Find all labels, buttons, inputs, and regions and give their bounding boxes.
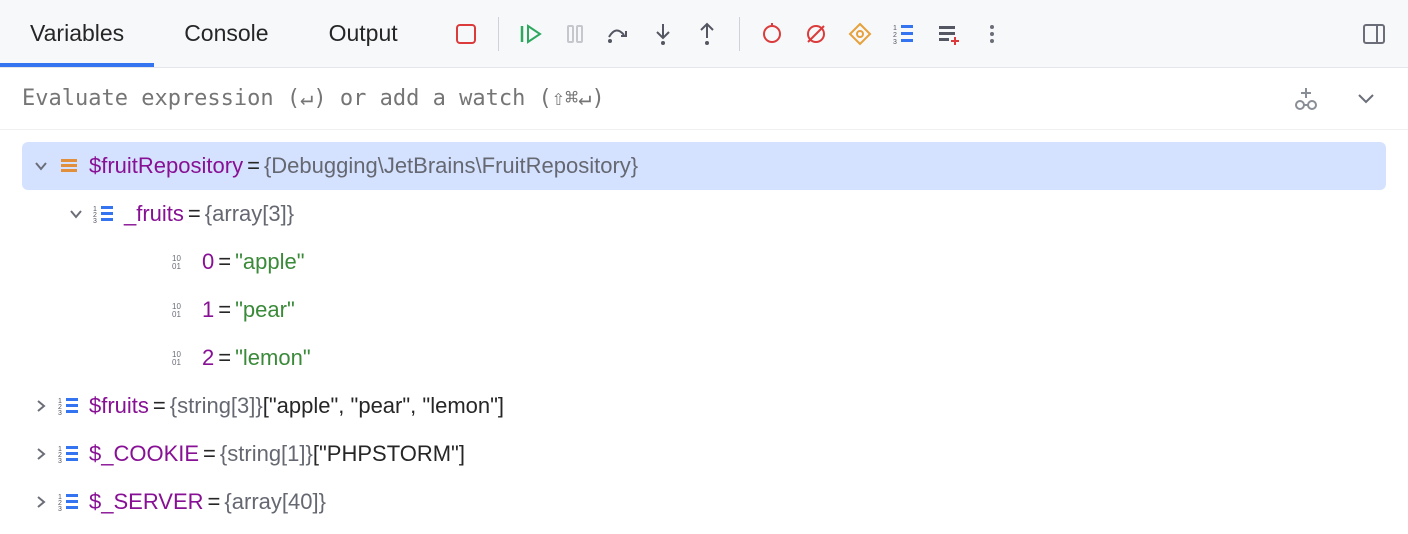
svg-text:01: 01 — [172, 358, 181, 366]
mute-breakpoints-button[interactable] — [796, 14, 836, 54]
variable-type: {array[40]} — [224, 489, 326, 515]
equals: = — [188, 201, 201, 227]
variable-value: "apple" — [235, 249, 304, 275]
variable-type: {string[1]} — [220, 441, 313, 467]
object-icon — [55, 156, 83, 176]
tree-row-fruit-repository[interactable]: $fruitRepository = {Debugging\JetBrains\… — [22, 142, 1386, 190]
chevron-right-icon[interactable] — [27, 495, 55, 509]
step-out-button[interactable] — [687, 14, 727, 54]
view-breakpoints-button[interactable] — [752, 14, 792, 54]
tree-row-fruits-var[interactable]: 123 $fruits = {string[3]} ["apple", "pea… — [0, 382, 1408, 430]
step-over-icon — [606, 23, 632, 45]
variable-name: $_COOKIE — [89, 441, 199, 467]
svg-text:3: 3 — [58, 506, 62, 512]
tab-output[interactable]: Output — [299, 0, 428, 67]
mute-breakpoint-icon — [805, 23, 827, 45]
step-out-icon — [696, 22, 718, 46]
layout-icon — [1362, 23, 1386, 45]
chevron-down-icon[interactable] — [27, 159, 55, 173]
variable-type: {Debugging\JetBrains\FruitRepository} — [264, 153, 638, 179]
filter-button[interactable] — [928, 14, 968, 54]
variable-summary: ["apple", "pear", "lemon"] — [263, 393, 504, 419]
list-numbered-icon: 123 — [893, 23, 915, 45]
toolbar-divider — [498, 17, 499, 51]
equals: = — [218, 297, 231, 323]
stop-button[interactable] — [446, 14, 486, 54]
tree-row-item[interactable]: 1001 2 = "lemon" — [0, 334, 1408, 382]
tree-row-item[interactable]: 1001 0 = "apple" — [0, 238, 1408, 286]
array-icon: 123 — [55, 492, 83, 512]
equals: = — [218, 249, 231, 275]
resume-button[interactable] — [511, 14, 551, 54]
variable-key: 2 — [202, 345, 214, 371]
variables-tree: $fruitRepository = {Debugging\JetBrains\… — [0, 130, 1408, 526]
variable-key: 0 — [202, 249, 214, 275]
sort-button[interactable]: 123 — [884, 14, 924, 54]
expand-eval-button[interactable] — [1346, 79, 1386, 119]
tree-row-fruits-field[interactable]: 123 _fruits = {array[3]} — [0, 190, 1408, 238]
tree-row-server[interactable]: 123 $_SERVER = {array[40]} — [0, 478, 1408, 526]
settings-button[interactable] — [840, 14, 880, 54]
array-icon: 123 — [55, 444, 83, 464]
step-into-icon — [652, 22, 674, 46]
svg-text:01: 01 — [172, 262, 181, 270]
equals: = — [208, 489, 221, 515]
stop-icon — [455, 23, 477, 45]
variable-name: $fruits — [89, 393, 149, 419]
tree-row-cookie[interactable]: 123 $_COOKIE = {string[1]} ["PHPSTORM"] — [0, 430, 1408, 478]
primitive-icon: 1001 — [168, 254, 196, 270]
step-into-button[interactable] — [643, 14, 683, 54]
svg-text:3: 3 — [58, 458, 62, 464]
variable-summary: ["PHPSTORM"] — [313, 441, 465, 467]
toolbar-divider — [739, 17, 740, 51]
equals: = — [247, 153, 260, 179]
equals: = — [218, 345, 231, 371]
variable-value: "lemon" — [235, 345, 311, 371]
variable-name: _fruits — [124, 201, 184, 227]
array-icon: 123 — [90, 204, 118, 224]
variable-type: {array[3]} — [205, 201, 294, 227]
svg-text:3: 3 — [58, 410, 62, 416]
variable-type: {string[3]} — [170, 393, 263, 419]
variable-key: 1 — [202, 297, 214, 323]
tab-variables[interactable]: Variables — [0, 0, 154, 67]
chevron-down-icon[interactable] — [62, 207, 90, 221]
kebab-icon — [982, 24, 1002, 44]
pause-button[interactable] — [555, 14, 595, 54]
variable-name: $fruitRepository — [89, 153, 243, 179]
layout-button[interactable] — [1354, 14, 1394, 54]
svg-text:01: 01 — [172, 310, 181, 318]
equals: = — [203, 441, 216, 467]
primitive-icon: 1001 — [168, 350, 196, 366]
more-button[interactable] — [972, 14, 1012, 54]
settings-diamond-icon — [848, 22, 872, 46]
equals: = — [153, 393, 166, 419]
variable-value: "pear" — [235, 297, 295, 323]
resume-icon — [519, 22, 543, 46]
filter-add-icon — [937, 23, 959, 45]
step-over-button[interactable] — [599, 14, 639, 54]
chevron-down-icon — [1357, 93, 1375, 105]
chevron-right-icon[interactable] — [27, 399, 55, 413]
primitive-icon: 1001 — [168, 302, 196, 318]
svg-text:3: 3 — [93, 218, 97, 224]
variable-name: $_SERVER — [89, 489, 204, 515]
pause-icon — [565, 24, 585, 44]
svg-text:1: 1 — [893, 25, 897, 32]
array-icon: 123 — [55, 396, 83, 416]
tab-console[interactable]: Console — [154, 0, 298, 67]
add-watch-button[interactable] — [1286, 79, 1326, 119]
tree-row-item[interactable]: 1001 1 = "pear" — [0, 286, 1408, 334]
breakpoint-icon — [761, 23, 783, 45]
svg-text:3: 3 — [893, 39, 897, 45]
chevron-right-icon[interactable] — [27, 447, 55, 461]
glasses-plus-icon — [1293, 86, 1319, 112]
svg-text:2: 2 — [893, 32, 897, 39]
evaluate-expression-input[interactable] — [22, 86, 1286, 111]
